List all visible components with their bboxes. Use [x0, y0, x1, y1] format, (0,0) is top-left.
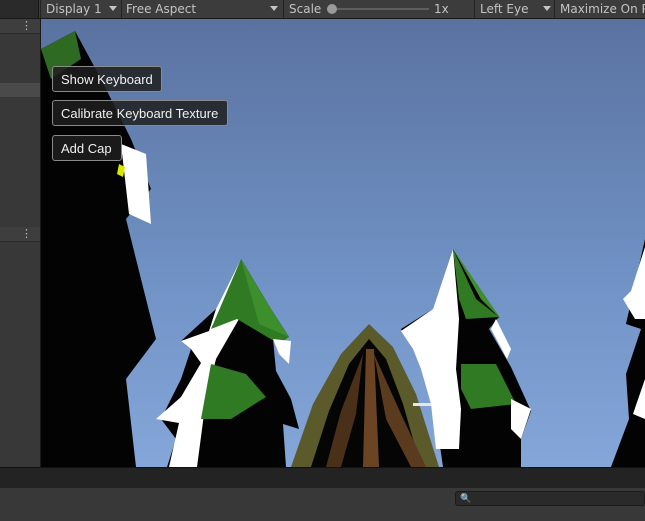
toolbar-separator — [474, 0, 475, 18]
scale-slider-thumb[interactable] — [327, 4, 337, 14]
aspect-chevron-down-icon — [270, 6, 278, 11]
display-dropdown[interactable]: Display 1 — [46, 0, 118, 18]
eye-chevron-down-icon — [543, 6, 551, 11]
aspect-dropdown[interactable]: Free Aspect — [126, 0, 281, 18]
panel-header: ⋮ — [0, 227, 40, 242]
bottom-panel-toolbar: 🔍 — [0, 487, 645, 521]
game-view-toolbar: Display 1 Free Aspect Scale 1x Left Eye … — [0, 0, 645, 19]
calibrate-keyboard-texture-button[interactable]: Calibrate Keyboard Texture — [52, 100, 228, 126]
eye-dropdown-label: Left Eye — [480, 2, 529, 16]
eye-dropdown[interactable]: Left Eye — [480, 0, 542, 18]
add-cap-button[interactable]: Add Cap — [52, 135, 122, 161]
panel-selected-row[interactable] — [0, 83, 40, 97]
scale-slider-track — [327, 8, 429, 10]
display-dropdown-label: Display 1 — [46, 2, 102, 16]
left-dock-panel: ⋮ ⋮ — [0, 19, 41, 467]
maximize-on-play-label: Maximize On Play — [560, 2, 645, 16]
maximize-on-play-toggle[interactable]: Maximize On Play — [560, 0, 645, 18]
display-chevron-down-icon — [109, 6, 117, 11]
aspect-dropdown-label: Free Aspect — [126, 2, 197, 16]
more-options-icon[interactable]: ⋮ — [21, 227, 32, 241]
toolbar-separator — [40, 0, 41, 18]
search-icon: 🔍 — [460, 494, 472, 504]
panel-header: ⋮ — [0, 19, 40, 34]
bottom-panel-header — [0, 467, 645, 488]
game-viewport[interactable]: Show Keyboard Calibrate Keyboard Texture… — [41, 19, 645, 467]
toolbar-left-blank — [0, 0, 39, 18]
scale-value: 1x — [434, 2, 449, 16]
toolbar-separator — [283, 0, 284, 18]
more-options-icon[interactable]: ⋮ — [21, 19, 32, 33]
search-input[interactable]: 🔍 — [455, 491, 645, 506]
scale-slider[interactable] — [327, 3, 429, 15]
show-keyboard-button[interactable]: Show Keyboard — [52, 66, 162, 92]
scale-label: Scale — [289, 2, 322, 16]
toolbar-separator — [554, 0, 555, 18]
toolbar-separator — [121, 0, 122, 18]
